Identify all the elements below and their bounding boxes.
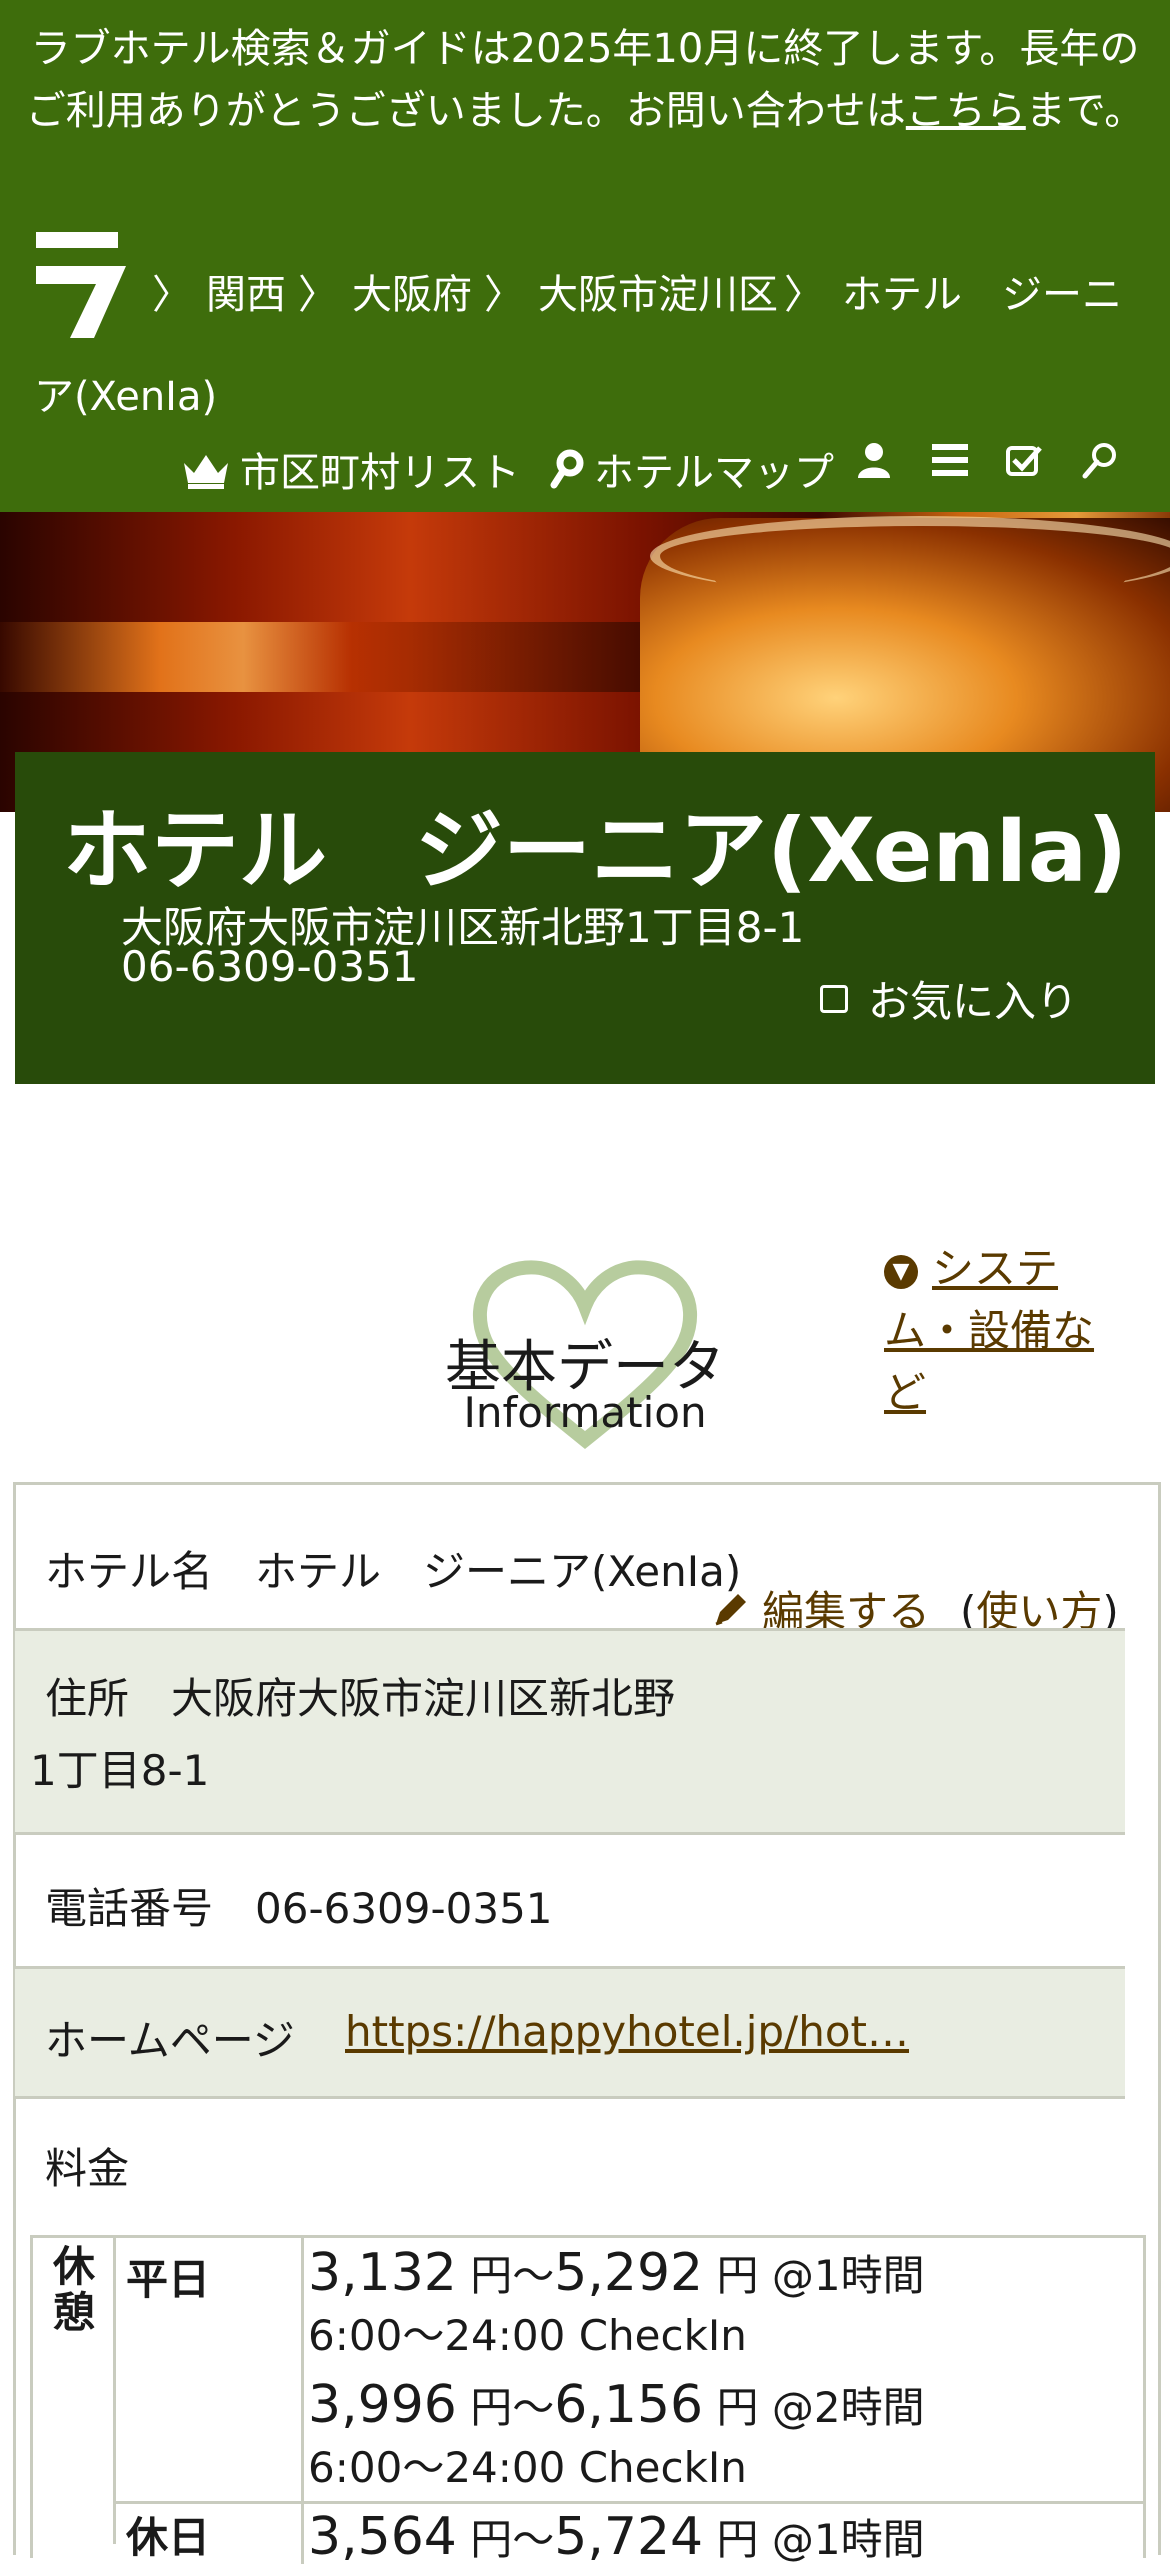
info-row-address: 住所 大阪府大阪市淀川区新北野 1丁目8-1 <box>15 1628 1125 1835</box>
service-end-notice: ラブホテル検索＆ガイドは2025年10月に終了します。長年のご利用ありがとうござ… <box>20 18 1150 142</box>
breadcrumb-separator: 〉 <box>298 272 338 318</box>
notice-text-end: まで。 <box>1025 88 1145 134</box>
section-subtitle: Information <box>463 1388 707 1437</box>
breadcrumb-osaka[interactable]: 大阪府 <box>352 262 472 320</box>
time-weekday-2: 6:00〜24:00 CheckIn <box>308 2443 747 2492</box>
user-icon <box>858 443 890 478</box>
hotel-map-link[interactable]: ホテルマップ <box>550 440 834 498</box>
favorite-checkbox-icon <box>820 984 848 1013</box>
top-header: ラブホテル検索＆ガイドは2025年10月に終了します。長年のご利用ありがとうござ… <box>0 0 1170 512</box>
info-row-homepage: ホームページ https://happyhotel.jp/hot… <box>15 1966 1125 2099</box>
site-logo[interactable] <box>34 228 130 340</box>
hotel-phone[interactable]: 06-6309-0351 <box>121 942 419 991</box>
search-icon <box>1082 443 1116 479</box>
time-weekday-1: 6:00〜24:00 CheckIn <box>308 2311 747 2360</box>
hotel-title-box: ホテル ジーニア(XenIa) 大阪府大阪市淀川区新北野1丁目8-1 06-63… <box>15 752 1155 1084</box>
contact-link[interactable]: こちら <box>906 88 1026 134</box>
checklist-button[interactable] <box>1004 440 1052 480</box>
homepage-link[interactable]: https://happyhotel.jp/hot… <box>345 2007 909 2056</box>
map-pin-icon <box>550 449 584 489</box>
breadcrumb-kansai[interactable]: 関西 <box>206 262 286 320</box>
info-row-price: 料金 <box>15 2096 1125 2219</box>
breadcrumb-yodogawa[interactable]: 大阪市淀川区 <box>538 262 778 320</box>
price-holiday-1: 3,564 円〜5,724 円 @1時間 <box>308 2507 925 2567</box>
price-weekday-2: 3,996 円〜6,156 円 @2時間 <box>308 2375 925 2435</box>
search-button[interactable] <box>1080 440 1128 480</box>
system-facilities-link[interactable]: ▼ システム・設備など <box>884 1238 1124 1424</box>
info-row-phone: 電話番号 06-6309-0351 <box>15 1832 1125 1969</box>
price-label: 料金 <box>45 2144 130 2193</box>
price-table: 休憩 平日 休日 3,132 円〜5,292 円 @1時間 6:00〜24:00… <box>30 2235 1146 2567</box>
phone-row-text: 電話番号 06-6309-0351 <box>45 1884 553 1933</box>
address-row-text-cont: 1丁目8-1 <box>30 1746 210 1795</box>
menu-button[interactable] <box>930 440 978 480</box>
breadcrumb-separator: 〉 <box>484 272 524 318</box>
city-list-label: 市区町村リスト <box>240 450 520 496</box>
rest-label: 休憩 <box>33 2238 116 2544</box>
price-weekday-1: 3,132 円〜5,292 円 @1時間 <box>308 2243 925 2303</box>
breadcrumb-current: ホテル ジーニ <box>842 272 1122 318</box>
pencil-icon <box>715 1593 746 1625</box>
checkbox-icon <box>1006 446 1042 476</box>
holiday-label: 休日 <box>116 2501 304 2564</box>
section-header-basic-data: 基本データ Information <box>420 1260 750 1450</box>
hamburger-icon <box>932 444 968 476</box>
address-row-text: 住所 大阪府大阪市淀川区新北野 <box>45 1674 676 1723</box>
weekday-label: 平日 <box>116 2238 304 2506</box>
breadcrumb-current-cont: ア(XenIa) <box>34 374 218 420</box>
chevron-down-icon: ▼ <box>884 1254 918 1289</box>
city-list-link[interactable]: 市区町村リスト <box>180 440 520 498</box>
breadcrumb-separator: 〉 <box>784 272 824 318</box>
breadcrumb-separator: 〉 <box>152 272 192 318</box>
crown-icon <box>184 455 228 489</box>
hotel-map-label: ホテルマップ <box>594 450 834 496</box>
account-button[interactable] <box>856 440 900 480</box>
homepage-label: ホームページ <box>45 2016 295 2065</box>
favorite-toggle[interactable]: お気に入り <box>820 968 1078 1029</box>
hotel-name-heading: ホテル ジーニア(XenIa) <box>63 799 1128 902</box>
hotel-name-row-text: ホテル名 ホテル ジーニア(XenIa) <box>45 1547 742 1596</box>
favorite-label: お気に入り <box>868 977 1079 1026</box>
